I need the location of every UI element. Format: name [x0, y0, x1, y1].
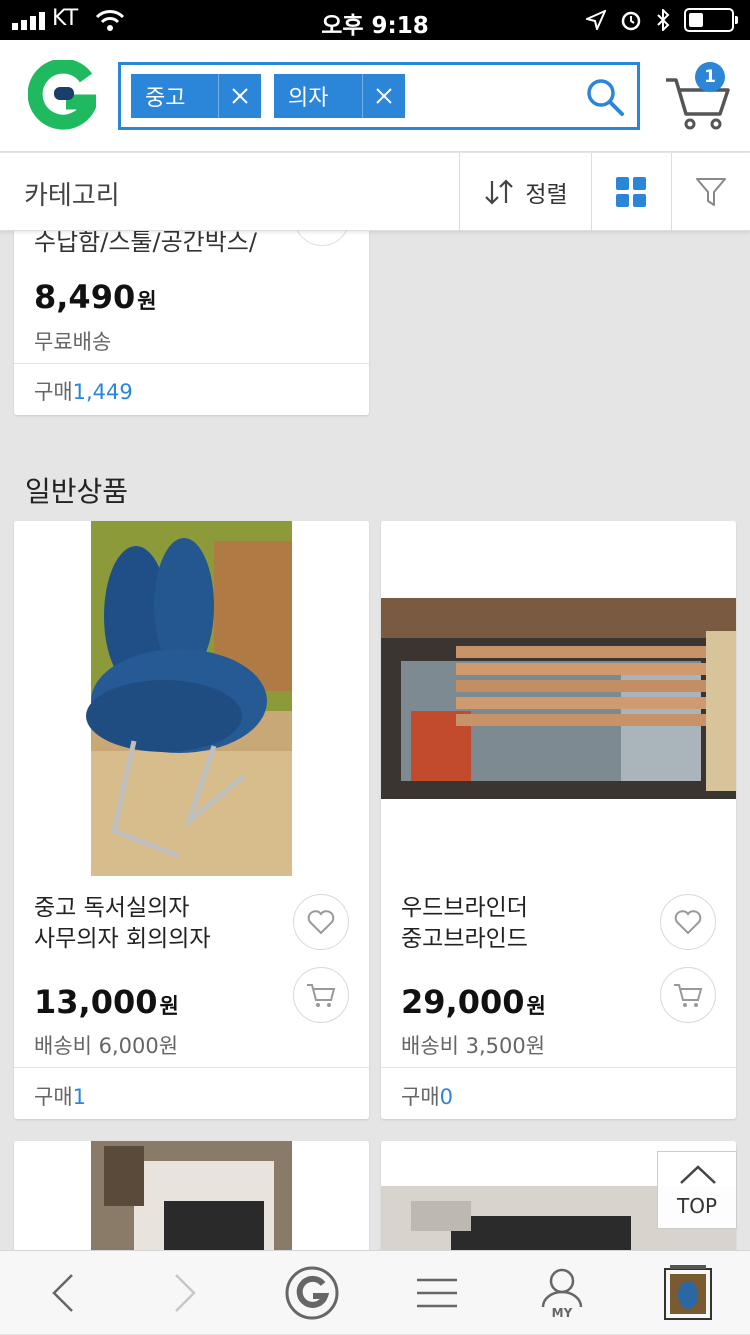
- user-icon: MY: [541, 1268, 583, 1319]
- battery-icon: [684, 8, 738, 32]
- shipping-info: 무료배송: [34, 330, 112, 354]
- search-chip-label: 중고: [131, 74, 219, 118]
- section-title: 일반상품: [25, 475, 129, 508]
- heart-icon: [674, 910, 702, 935]
- bottom-tab-bar: MY: [0, 1250, 750, 1334]
- menu-icon: [417, 1278, 457, 1308]
- cart-icon: [674, 984, 703, 1007]
- price-value: 8,490: [34, 278, 136, 316]
- purchase-count: 구매1,449: [34, 376, 133, 406]
- product-price: 13,000원: [34, 983, 179, 1021]
- product-image[interactable]: [381, 521, 736, 876]
- search-icon[interactable]: [585, 77, 625, 117]
- currency-label: 원: [137, 289, 157, 313]
- filter-icon: [695, 178, 726, 206]
- product-card[interactable]: 중고 독서실의자 사무의자 회의의자 13,000원 배송비 6,000원 구매…: [14, 521, 369, 1119]
- recent-item-thumbnail: [664, 1265, 712, 1320]
- product-price: 8,490원: [34, 278, 157, 316]
- divider: [381, 1067, 736, 1068]
- shipping-info: 배송비 6,000원: [34, 1034, 179, 1058]
- category-button[interactable]: 카테고리: [24, 175, 120, 212]
- purchase-count: 구매1: [34, 1081, 86, 1111]
- filter-bar: 카테고리 정렬: [0, 153, 750, 231]
- purchase-count-value: 1,449: [72, 380, 133, 404]
- search-chip-label: 의자: [274, 74, 363, 118]
- currency-label: 원: [526, 994, 546, 1018]
- bluetooth-icon: [657, 9, 670, 31]
- close-icon[interactable]: [219, 74, 261, 118]
- product-price: 29,000원: [401, 983, 546, 1021]
- forward-button[interactable]: [125, 1251, 245, 1335]
- my-label: MY: [552, 1306, 573, 1319]
- menu-button[interactable]: [377, 1251, 497, 1335]
- cart-count-badge: 1: [695, 62, 725, 92]
- currency-label: 원: [159, 994, 179, 1018]
- product-name: 중고 독서실의자 사무의자 회의의자: [34, 893, 284, 955]
- filter-button[interactable]: [671, 153, 750, 231]
- alarm-icon: [621, 11, 641, 31]
- gmarket-logo[interactable]: [28, 60, 96, 130]
- back-button[interactable]: [3, 1251, 123, 1335]
- chevron-up-icon: [680, 1165, 716, 1184]
- add-to-cart-button[interactable]: [660, 967, 716, 1023]
- purchase-count-value: 0: [439, 1085, 454, 1109]
- scroll-to-top-button[interactable]: TOP: [657, 1151, 737, 1229]
- recent-view-button[interactable]: [628, 1251, 748, 1335]
- product-name-line: 우드브라인더: [401, 895, 528, 921]
- product-card[interactable]: 우드브라인더 중고브라인드 29,000원 배송비 3,500원 구매0: [381, 521, 736, 1119]
- add-to-cart-button[interactable]: [293, 967, 349, 1023]
- purchase-label: 구매: [401, 1085, 440, 1109]
- product-name-line: 중고브라인드: [401, 926, 528, 952]
- chevron-right-icon: [175, 1274, 196, 1312]
- home-button[interactable]: [252, 1251, 372, 1335]
- product-card[interactable]: 수납함/스툴/공간박스/ 8,490원 무료배송 구매1,449: [14, 200, 369, 415]
- status-bar: KT 오후 9:18: [0, 0, 750, 40]
- purchase-count-value: 1: [72, 1085, 87, 1109]
- chevron-left-icon: [52, 1274, 73, 1312]
- gmarket-home-icon: [285, 1266, 339, 1320]
- product-name-line: 중고 독서실의자: [34, 895, 190, 921]
- heart-icon: [307, 910, 335, 935]
- purchase-label: 구매: [34, 1085, 73, 1109]
- location-icon: [586, 10, 606, 30]
- shipping-info: 배송비 3,500원: [401, 1034, 546, 1058]
- top-label: TOP: [676, 1194, 718, 1218]
- grid-icon: [616, 177, 646, 207]
- cart-icon: [307, 984, 336, 1007]
- sort-icon: [485, 179, 514, 205]
- grid-view-button[interactable]: [591, 153, 671, 231]
- price-value: 29,000: [401, 983, 525, 1021]
- my-page-button[interactable]: MY: [502, 1251, 622, 1335]
- divider: [14, 1067, 369, 1068]
- product-name-line: 사무의자 회의의자: [34, 926, 211, 952]
- purchase-count: 구매0: [401, 1081, 453, 1111]
- purchase-label: 구매: [34, 380, 73, 404]
- wishlist-button[interactable]: [660, 894, 716, 950]
- product-name: 우드브라인더 중고브라인드: [401, 893, 651, 955]
- divider: [14, 363, 369, 364]
- product-image[interactable]: [14, 521, 369, 876]
- close-icon[interactable]: [363, 74, 405, 118]
- search-box[interactable]: 중고 의자: [118, 62, 640, 130]
- search-chip[interactable]: 의자: [274, 74, 405, 118]
- wishlist-button[interactable]: [293, 894, 349, 950]
- sort-label: 정렬: [525, 182, 568, 208]
- search-chip[interactable]: 중고: [131, 74, 261, 118]
- app-header: 중고 의자 1: [0, 40, 750, 152]
- price-value: 13,000: [34, 983, 158, 1021]
- sort-button[interactable]: 정렬: [460, 153, 591, 231]
